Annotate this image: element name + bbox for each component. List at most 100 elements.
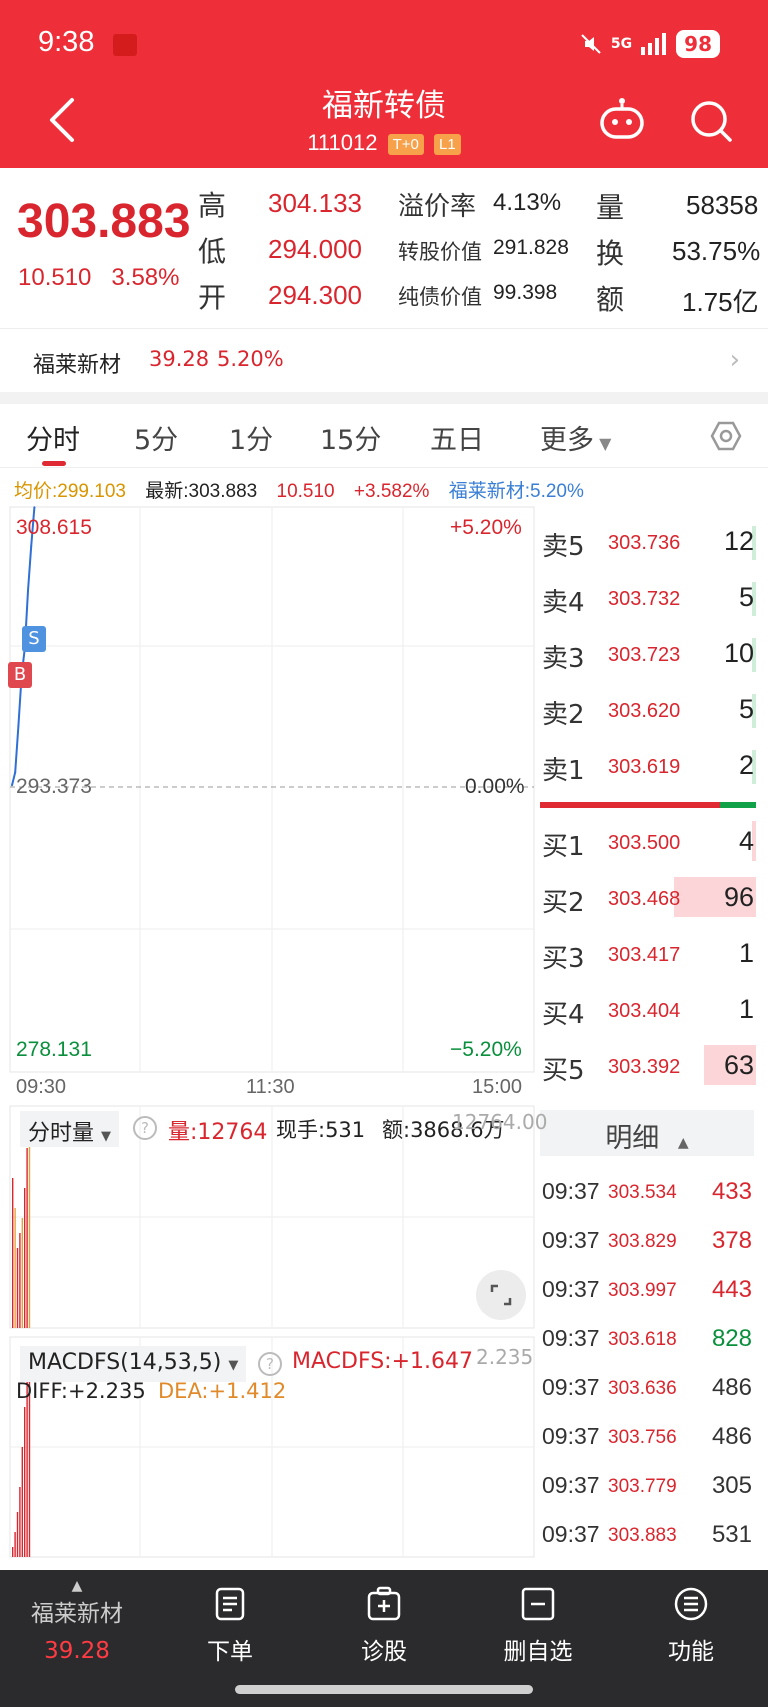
- volume-bar: [14, 1208, 16, 1328]
- current-hand: 现手:531: [276, 1118, 366, 1142]
- ask-row[interactable]: 卖3 303.723 10: [538, 630, 756, 680]
- settings-icon[interactable]: [710, 420, 742, 452]
- volume-indicator-label: 分时量: [28, 1121, 95, 1146]
- macd-bar: [21, 1447, 23, 1557]
- tick-volume: 531: [711, 1521, 752, 1548]
- bid-price: 303.417: [608, 944, 681, 966]
- underlying-quick-link[interactable]: ▲ 福莱新材 39.28: [22, 1578, 132, 1664]
- caret-up-icon: ▲: [677, 1135, 689, 1151]
- last-price: 303.883: [17, 195, 191, 248]
- price-point: [33, 506, 36, 509]
- conversion-value: 291.828: [493, 236, 569, 259]
- axis-top-pct: +5.20%: [450, 516, 522, 539]
- tick-time: 09:37: [542, 1325, 600, 1351]
- bid-label: 买4: [542, 1000, 585, 1030]
- bid-volume: 4: [738, 826, 754, 856]
- tick-time: 09:37: [542, 1178, 600, 1204]
- axis-mid-pct: 0.00%: [465, 775, 525, 798]
- expand-icon[interactable]: [476, 1270, 526, 1320]
- bid-row[interactable]: 买3 303.417 1: [538, 930, 756, 980]
- volume-indicator-dropdown[interactable]: 分时量 ▼: [20, 1111, 120, 1147]
- page-title: 福新转债: [322, 88, 446, 124]
- ask-price: 303.723: [608, 644, 681, 666]
- macd-value: MACDFS:+1.647: [292, 1349, 474, 1374]
- ask-row[interactable]: 卖4 303.732 5: [538, 574, 756, 624]
- macd-bar: [16, 1512, 19, 1557]
- underlying-stock-row[interactable]: 福莱新材 39.28 5.20% ›: [0, 328, 768, 392]
- latest-pct: +3.582%: [353, 481, 430, 502]
- ask-row[interactable]: 卖5 303.736 12: [538, 518, 756, 568]
- functions-button[interactable]: 功能: [636, 1586, 746, 1666]
- change-percent: 3.58%: [111, 264, 180, 291]
- home-indicator[interactable]: [235, 1685, 533, 1694]
- tab-5min[interactable]: 5分: [134, 418, 178, 457]
- diagnose-button[interactable]: 诊股: [329, 1586, 439, 1666]
- caret-down-icon: ▼: [594, 434, 612, 453]
- app-header: 9:38 5G 98 福新转债 111012 T+0 L1: [0, 0, 768, 168]
- macd-bar: [12, 1547, 14, 1557]
- help-icon[interactable]: ?: [258, 1352, 282, 1376]
- axis-mid-price: 293.373: [16, 775, 92, 798]
- ask-price: 303.620: [608, 700, 681, 722]
- ask-price: 303.736: [608, 532, 681, 554]
- underlying-name: 福莱新材: [33, 353, 122, 378]
- volume-bar: [26, 1148, 28, 1328]
- price-point: [11, 784, 13, 787]
- buy-marker[interactable]: B: [8, 662, 32, 688]
- tick-price: 303.756: [608, 1427, 677, 1448]
- open-value: 294.300: [268, 280, 362, 310]
- document-icon: [215, 1587, 245, 1621]
- latest-price: 最新:303.883: [145, 481, 258, 502]
- volume-bar: [16, 1248, 19, 1328]
- bid-row[interactable]: 买2 303.468 96: [538, 874, 756, 924]
- tick-price: 303.779: [608, 1476, 677, 1497]
- low-value: 294.000: [268, 234, 362, 264]
- tab-5day[interactable]: 五日: [430, 418, 484, 457]
- ask-row[interactable]: 卖2 303.620 5: [538, 686, 756, 736]
- tick-row: 09:37 303.779 305: [540, 1464, 754, 1508]
- axis-time-noon: 11:30: [246, 1076, 295, 1098]
- tick-time: 09:37: [542, 1423, 600, 1449]
- tab-more[interactable]: 更多 ▼: [540, 418, 611, 457]
- bid-label: 买2: [542, 888, 585, 918]
- premium-label: 溢价率: [398, 192, 477, 222]
- tab-intraday[interactable]: 分时: [26, 418, 80, 457]
- robot-icon[interactable]: [598, 96, 646, 142]
- detail-header[interactable]: 明细 ▲: [540, 1110, 754, 1156]
- tick-time: 09:37: [542, 1472, 600, 1498]
- price-point: [30, 545, 33, 548]
- tick-price: 303.636: [608, 1378, 677, 1399]
- ask-row[interactable]: 卖1 303.619 2: [538, 742, 756, 792]
- status-icons: 5G 98: [579, 30, 720, 58]
- bid-row[interactable]: 买4 303.404 1: [538, 986, 756, 1036]
- tick-price: 303.534: [608, 1182, 677, 1203]
- dea-value: DEA:+1.412: [158, 1379, 287, 1403]
- volume-bar: [21, 1218, 23, 1328]
- tab-1min[interactable]: 1分: [229, 418, 273, 457]
- tick-price: 303.997: [608, 1280, 677, 1301]
- tab-more-label: 更多: [540, 425, 594, 456]
- volume-bar: [19, 1233, 21, 1328]
- ask-volume: 2: [738, 750, 754, 780]
- bid-row[interactable]: 买5 303.392 63: [538, 1042, 756, 1092]
- bond-value: 99.398: [493, 281, 558, 304]
- order-button[interactable]: 下单: [175, 1586, 285, 1666]
- latest-change: 10.510: [276, 481, 335, 502]
- section-divider: [0, 392, 768, 404]
- macd-bar: [24, 1407, 26, 1557]
- bid-ask-ratio-bar-red: [540, 802, 720, 808]
- help-icon[interactable]: ?: [133, 1116, 157, 1140]
- volume-label: 量: [596, 191, 625, 224]
- macd-indicator-dropdown[interactable]: MACDFS(14,53,5) ▼: [20, 1346, 247, 1382]
- sell-marker[interactable]: S: [22, 626, 46, 652]
- bid-row[interactable]: 买1 303.500 4: [538, 818, 756, 868]
- tick-time: 09:37: [542, 1374, 600, 1400]
- remove-watchlist-button[interactable]: 删自选: [483, 1586, 593, 1666]
- axis-time-open: 09:30: [16, 1076, 67, 1098]
- search-icon[interactable]: [688, 98, 734, 144]
- tab-15min[interactable]: 15分: [320, 418, 381, 457]
- conversion-value-label: 转股价值: [398, 240, 482, 264]
- underlying-pct: 5.20%: [217, 347, 284, 371]
- premium-value: 4.13%: [493, 189, 562, 216]
- price-point: [14, 771, 17, 774]
